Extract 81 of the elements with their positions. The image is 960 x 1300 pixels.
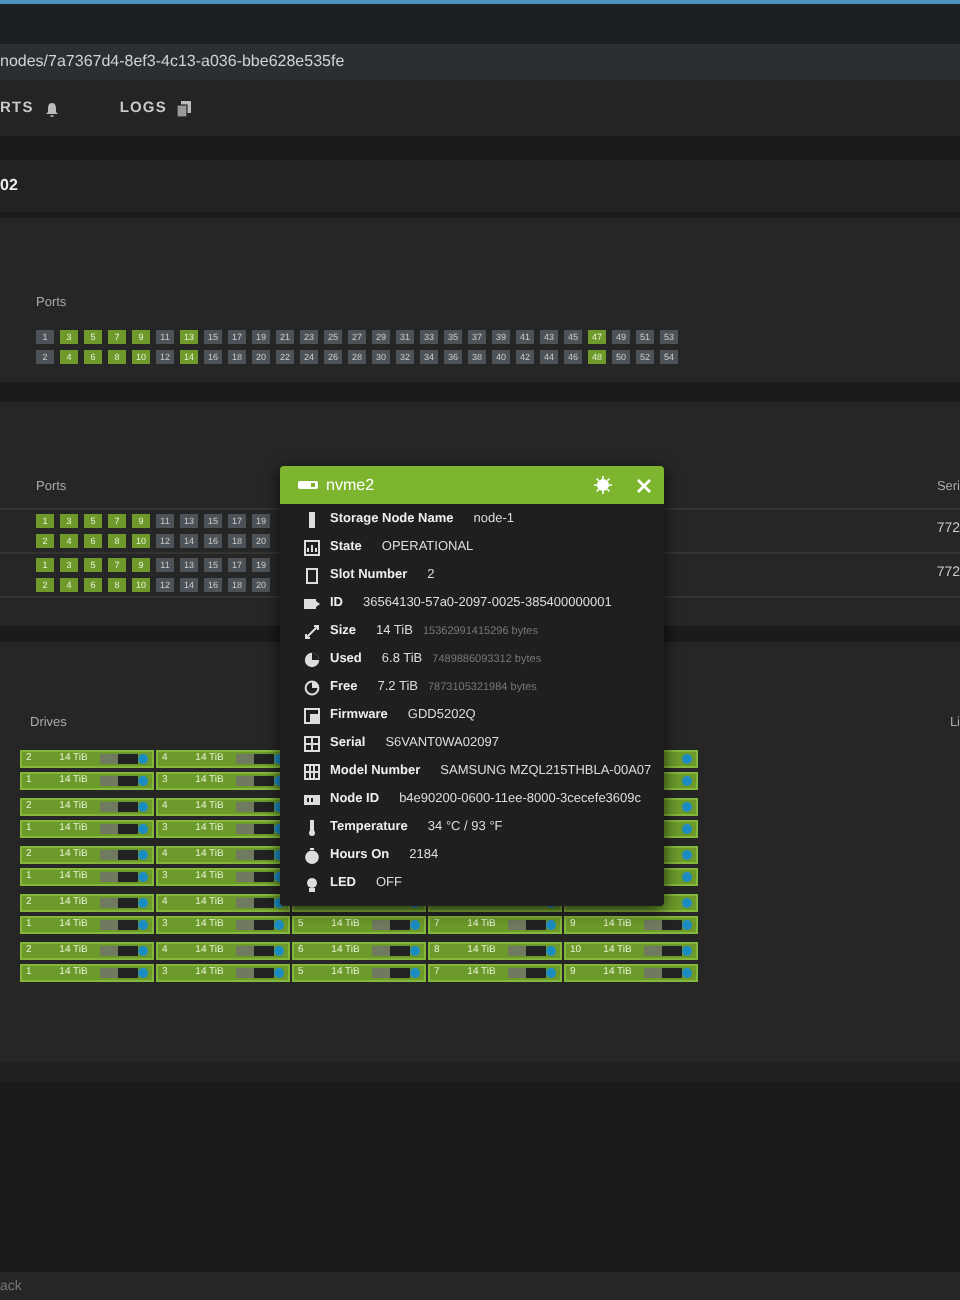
tag-icon [304, 596, 320, 612]
usage-meter [100, 872, 139, 882]
status-dot [138, 898, 148, 908]
usage-meter [372, 920, 411, 930]
status-dot [138, 872, 148, 882]
slot-icon [304, 568, 320, 584]
grid-icon [304, 764, 320, 780]
usage-meter [236, 872, 275, 882]
usage-meter [236, 824, 275, 834]
usage-meter [100, 824, 139, 834]
status-dot [274, 946, 284, 956]
usage-meter [644, 920, 683, 930]
usage-meter [236, 946, 275, 956]
bell-icon [43, 99, 60, 117]
usage-meter [644, 946, 683, 956]
status-dot [546, 946, 556, 956]
led-icon [594, 476, 612, 494]
usage-meter [100, 776, 139, 786]
usage-meter [100, 946, 139, 956]
status-dot [138, 920, 148, 930]
usage-meter [236, 776, 275, 786]
status-dot [410, 946, 420, 956]
chart-icon [304, 540, 320, 556]
status-dot [682, 898, 692, 908]
status-dot [274, 968, 284, 978]
usage-meter [508, 920, 547, 930]
status-dot [410, 920, 420, 930]
stopwatch-icon [304, 848, 320, 864]
status-dot [682, 850, 692, 860]
status-dot [138, 802, 148, 812]
usage-meter [100, 754, 139, 764]
status-dot [410, 968, 420, 978]
page-heading: 02 [0, 176, 18, 194]
status-dot [138, 946, 148, 956]
status-dot [682, 920, 692, 930]
url-text: nodes/7a7367d4-8ef3-4c13-a036-bbe628e535fe [0, 52, 345, 70]
status-dot [138, 776, 148, 786]
status-dot [682, 946, 692, 956]
popup-title: nvme2 [326, 473, 375, 497]
status-dot [682, 776, 692, 786]
card-icon [304, 792, 320, 808]
usage-meter [100, 850, 139, 860]
usage-meter [100, 968, 139, 978]
usage-meter [372, 946, 411, 956]
usage-meter [100, 802, 139, 812]
bulb-icon [304, 876, 320, 892]
status-dot [546, 968, 556, 978]
usage-meter [236, 754, 275, 764]
usage-meter [100, 898, 139, 908]
usage-meter [236, 968, 275, 978]
status-dot [682, 968, 692, 978]
grid-icon [304, 736, 320, 752]
usage-meter [644, 968, 683, 978]
usage-meter [236, 850, 275, 860]
status-dot [682, 824, 692, 834]
status-dot [682, 754, 692, 764]
pie-icon [304, 680, 320, 696]
status-dot [138, 968, 148, 978]
status-dot [274, 920, 284, 930]
drive-icon [298, 480, 318, 490]
usage-meter [508, 946, 547, 956]
usage-meter [372, 968, 411, 978]
usage-meter [236, 920, 275, 930]
status-dot [138, 850, 148, 860]
server-icon [304, 512, 320, 528]
close-button[interactable] [636, 477, 652, 493]
thermometer-icon [304, 820, 320, 836]
status-dot [138, 824, 148, 834]
status-dot [682, 802, 692, 812]
status-dot [138, 754, 148, 764]
copy-icon [176, 99, 193, 117]
status-dot [546, 920, 556, 930]
close-icon [636, 477, 652, 493]
status-dot [682, 872, 692, 882]
usage-meter [236, 802, 275, 812]
usage-meter [236, 898, 275, 908]
usage-meter [508, 968, 547, 978]
usage-meter [100, 920, 139, 930]
resize-icon [304, 624, 320, 640]
chip-icon [304, 708, 320, 724]
pie-icon [304, 652, 320, 668]
